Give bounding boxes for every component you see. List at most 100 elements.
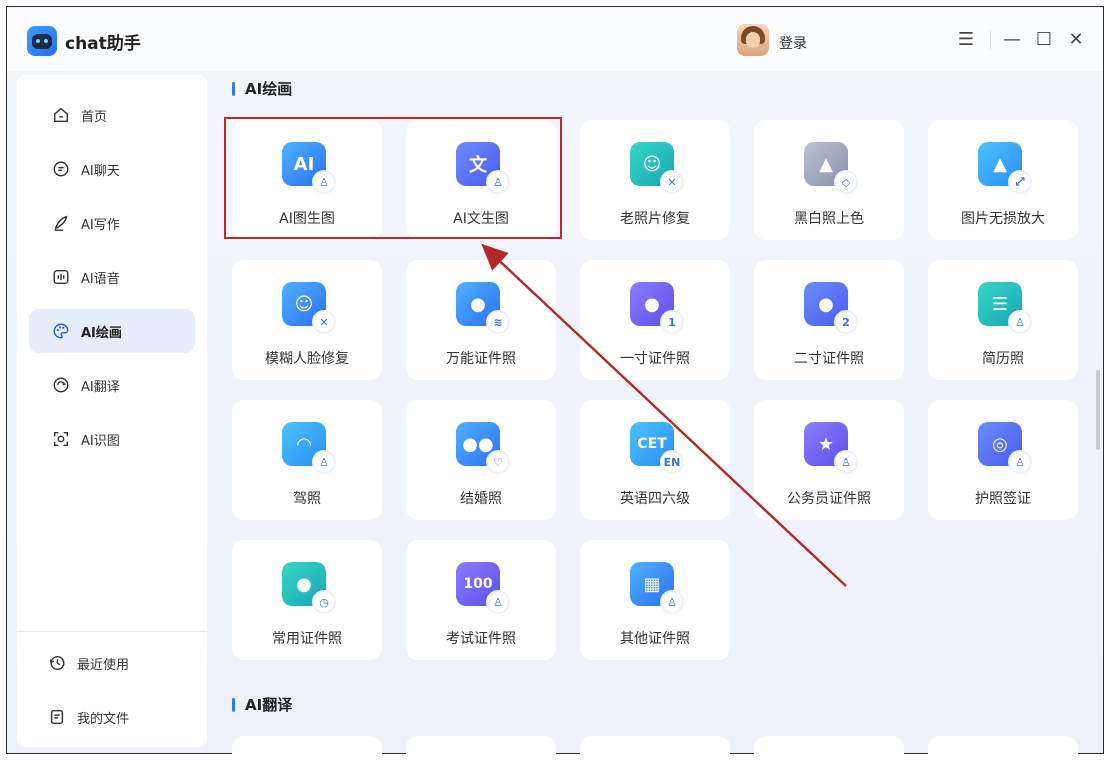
avatar[interactable] [737,24,769,56]
feature-icon: ☺ ✕ [630,142,684,194]
feature-badge-icon: ◇ [834,170,858,194]
sidebar-item-ai-drawing[interactable]: AI绘画 [29,309,195,353]
feature-card[interactable]: ● 2 二寸证件照 [754,260,904,380]
feature-icon: ●● ♡ [456,422,510,474]
feature-label: 万能证件照 [446,351,516,367]
feature-card[interactable]: ●● ♡ 结婚照 [406,400,556,520]
my-files-label: 我的文件 [77,711,130,727]
feature-icon: ▲ ⤢ [978,142,1032,194]
feature-card[interactable]: ☰ ♙ 简历照 [928,260,1078,380]
close-icon[interactable]: ✕ [1065,29,1087,51]
feature-badge-icon: ✕ [660,170,684,194]
feature-card[interactable]: ● 1 一寸证件照 [580,260,730,380]
feature-card[interactable]: ◎ ♙ 护照签证 [928,400,1078,520]
login-button[interactable]: 登录 [779,33,807,53]
feature-card[interactable] [232,736,382,754]
minimize-icon[interactable]: — [1001,29,1023,51]
feature-badge-icon: ♙ [1008,450,1032,474]
sidebar-item-ai-translate[interactable]: AI翻译 [29,363,195,407]
voice-icon [51,267,71,287]
robot-logo-icon [27,26,57,56]
translate-icon [51,375,71,395]
feature-label: 其他证件照 [620,631,690,647]
home-icon [51,105,71,125]
section-title-drawing: AI绘画 [232,78,292,99]
feature-label: 图片无损放大 [961,211,1045,227]
sidebar-item-home[interactable]: 首页 [29,93,195,137]
feature-icon: ☺ ✕ [282,282,336,334]
feature-label: 结婚照 [460,491,502,507]
feature-icon: ● 1 [630,282,684,334]
feature-icon: AI ♙ [282,142,336,194]
palette-icon [51,321,71,341]
sidebar-item-ai-chat[interactable]: AI聊天 [29,147,195,191]
feature-label: 护照签证 [975,491,1031,507]
pen-icon [51,213,71,233]
feature-label: 黑白照上色 [794,211,864,227]
sidebar-item-ai-image-recognition[interactable]: AI识图 [29,417,195,461]
feature-label: 驾照 [293,491,321,507]
divider [990,31,991,49]
feature-badge-icon: EN [660,450,684,474]
menu-icon[interactable]: ☰ [955,29,977,51]
feature-icon: CET EN [630,422,684,474]
feature-icon: ◎ ♙ [978,422,1032,474]
feature-card[interactable] [580,736,730,754]
feature-badge-icon: ≋ [486,310,510,334]
feature-badge-icon: ✕ [312,310,336,334]
sidebar-item-label: AI翻译 [81,379,120,395]
feature-badge-icon: 2 [834,310,858,334]
feature-badge-icon: ♙ [312,170,336,194]
feature-label: 公务员证件照 [787,491,871,507]
section-title-translate: AI翻译 [232,694,292,715]
feature-icon: ◠ ♙ [282,422,336,474]
feature-card[interactable]: 100 ♙ 考试证件照 [406,540,556,660]
feature-card[interactable]: ● ◷ 常用证件照 [232,540,382,660]
feature-card[interactable]: ▲ ⤢ 图片无损放大 [928,120,1078,240]
feature-card[interactable]: ★ ♙ 公务员证件照 [754,400,904,520]
sidebar-item-label: AI识图 [81,433,120,449]
feature-card[interactable]: CET EN 英语四六级 [580,400,730,520]
sidebar-item-ai-writing[interactable]: AI写作 [29,201,195,245]
feature-card[interactable]: ◠ ♙ 驾照 [232,400,382,520]
feature-card[interactable]: ● ≋ 万能证件照 [406,260,556,380]
scan-icon [51,429,71,449]
sidebar-item-label: AI写作 [81,217,120,233]
feature-label: 模糊人脸修复 [265,351,349,367]
sidebar-item-label: AI绘画 [81,325,122,341]
feature-badge-icon: ♙ [660,590,684,614]
feature-icon: 文 ♙ [456,142,510,194]
feature-label: 考试证件照 [446,631,516,647]
feature-card[interactable]: ▲ ◇ 黑白照上色 [754,120,904,240]
feature-card[interactable]: ☺ ✕ 老照片修复 [580,120,730,240]
my-files-button[interactable]: 我的文件 [29,695,195,739]
feature-badge-icon: 1 [660,310,684,334]
feature-card[interactable]: ▦ ♙ 其他证件照 [580,540,730,660]
section-title-text: AI绘画 [245,80,293,98]
section-marker [232,81,235,96]
recent-button[interactable]: 最近使用 [29,641,195,685]
maximize-icon[interactable]: ☐ [1033,29,1055,51]
sidebar-item-label: AI语音 [81,271,120,287]
section-marker [232,697,235,712]
feature-icon: ● ◷ [282,562,336,614]
feature-badge-icon: ♙ [486,590,510,614]
chat-icon [51,159,71,179]
feature-icon: ▦ ♙ [630,562,684,614]
feature-icon: 100 ♙ [456,562,510,614]
feature-label: 常用证件照 [272,631,342,647]
feature-card[interactable]: ☺ ✕ 模糊人脸修复 [232,260,382,380]
sidebar-item-ai-voice[interactable]: AI语音 [29,255,195,299]
feature-card[interactable] [406,736,556,754]
feature-icon: ● ≋ [456,282,510,334]
feature-card[interactable]: AI ♙ AI图生图 [232,120,382,240]
feature-label: 老照片修复 [620,211,690,227]
feature-card[interactable]: 文 ♙ AI文生图 [406,120,556,240]
sidebar: 首页 AI聊天 AI写作 AI语音 AI绘画 AI翻译 AI识图 最近使用 我的… [17,75,207,747]
scrollbar[interactable] [1096,370,1100,450]
feature-label: AI图生图 [279,211,335,227]
feature-card[interactable] [928,736,1078,754]
feature-label: 二寸证件照 [794,351,864,367]
feature-card[interactable] [754,736,904,754]
feature-badge-icon: ♙ [1008,310,1032,334]
